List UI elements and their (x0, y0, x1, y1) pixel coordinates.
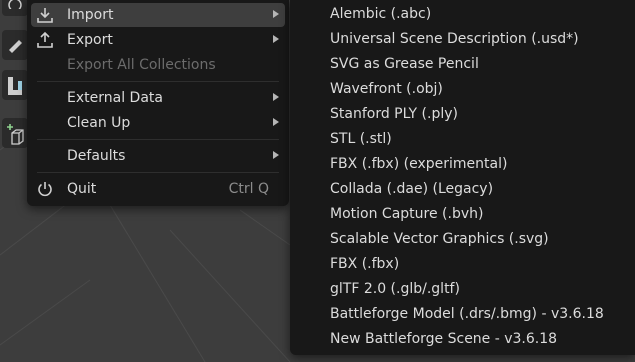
menu-item-export-all-collections-label: Export All Collections (67, 57, 216, 73)
import-wavefront-obj[interactable]: Wavefront (.obj) (294, 77, 631, 102)
file-menu: Import Export Export All Collections Ext… (27, 0, 289, 206)
menu-item-clean-up-label: Clean Up (67, 115, 131, 131)
import-usd-label: Universal Scene Description (.usd*) (330, 31, 579, 47)
menu-item-defaults[interactable]: Defaults (31, 144, 285, 168)
submenu-arrow-icon (273, 10, 279, 18)
menu-item-clean-up[interactable]: Clean Up (31, 111, 285, 135)
import-submenu: Alembic (.abc) Universal Scene Descripti… (290, 0, 635, 355)
menu-item-import[interactable]: Import (31, 3, 285, 27)
import-wavefront-obj-label: Wavefront (.obj) (330, 81, 443, 97)
power-icon (38, 182, 52, 197)
import-fbx-experimental-label: FBX (.fbx) (experimental) (330, 156, 508, 172)
menu-item-export[interactable]: Export (31, 28, 285, 52)
import-motion-capture[interactable]: Motion Capture (.bvh) (294, 202, 631, 227)
import-scalable-vector-graphics-label: Scalable Vector Graphics (.svg) (330, 231, 549, 247)
import-battleforge-model-label: Battleforge Model (.drs/.bmg) - v3.6.18 (330, 306, 604, 322)
import-alembic[interactable]: Alembic (.abc) (294, 2, 631, 27)
import-fbx-label: FBX (.fbx) (330, 256, 400, 272)
import-fbx-experimental[interactable]: FBX (.fbx) (experimental) (294, 152, 631, 177)
submenu-arrow-icon (273, 93, 279, 101)
menu-separator (37, 172, 279, 173)
import-motion-capture-label: Motion Capture (.bvh) (330, 206, 484, 222)
menu-separator (37, 81, 279, 82)
tool-measure[interactable] (2, 70, 28, 100)
import-svg-grease-pencil[interactable]: SVG as Grease Pencil (294, 52, 631, 77)
import-gltf-label: glTF 2.0 (.glb/.gltf) (330, 281, 460, 297)
import-new-battleforge-scene-label: New Battleforge Scene - v3.6.18 (330, 331, 558, 347)
submenu-arrow-icon (273, 118, 279, 126)
import-stanford-ply-label: Stanford PLY (.ply) (330, 106, 458, 122)
import-gltf[interactable]: glTF 2.0 (.glb/.gltf) (294, 277, 631, 302)
menu-item-export-all-collections: Export All Collections (31, 53, 285, 77)
tool-cursor[interactable] (2, 0, 28, 16)
import-alembic-label: Alembic (.abc) (330, 6, 432, 22)
import-battleforge-model[interactable]: Battleforge Model (.drs/.bmg) - v3.6.18 (294, 302, 631, 327)
menu-item-external-data-label: External Data (67, 90, 163, 106)
menu-item-external-data[interactable]: External Data (31, 86, 285, 110)
import-stanford-ply[interactable]: Stanford PLY (.ply) (294, 102, 631, 127)
menu-item-import-label: Import (67, 7, 114, 23)
cursor-icon (8, 0, 22, 9)
import-collada-label: Collada (.dae) (Legacy) (330, 181, 494, 197)
pencil-icon (9, 40, 22, 53)
menu-item-quit[interactable]: Quit Ctrl Q (31, 177, 285, 201)
menu-separator (37, 139, 279, 140)
submenu-arrow-icon (273, 151, 279, 159)
add-cube-icon (7, 124, 24, 145)
submenu-arrow-icon (273, 35, 279, 43)
tool-add-cube[interactable] (2, 118, 28, 148)
import-fbx[interactable]: FBX (.fbx) (294, 252, 631, 277)
tool-annotate[interactable] (2, 30, 28, 60)
import-scalable-vector-graphics[interactable]: Scalable Vector Graphics (.svg) (294, 227, 631, 252)
import-stl[interactable]: STL (.stl) (294, 127, 631, 152)
import-usd[interactable]: Universal Scene Description (.usd*) (294, 27, 631, 52)
import-stl-label: STL (.stl) (330, 131, 392, 147)
export-icon (37, 31, 53, 48)
menu-item-export-label: Export (67, 32, 113, 48)
import-new-battleforge-scene[interactable]: New Battleforge Scene - v3.6.18 (294, 327, 631, 352)
ruler-icon (8, 77, 22, 95)
menu-item-defaults-label: Defaults (67, 148, 126, 164)
tool-shelf (0, 0, 30, 160)
import-icon (37, 8, 53, 23)
quit-shortcut: Ctrl Q (228, 181, 269, 197)
menu-item-quit-label: Quit (67, 181, 97, 197)
import-svg-grease-pencil-label: SVG as Grease Pencil (330, 56, 479, 72)
import-collada[interactable]: Collada (.dae) (Legacy) (294, 177, 631, 202)
